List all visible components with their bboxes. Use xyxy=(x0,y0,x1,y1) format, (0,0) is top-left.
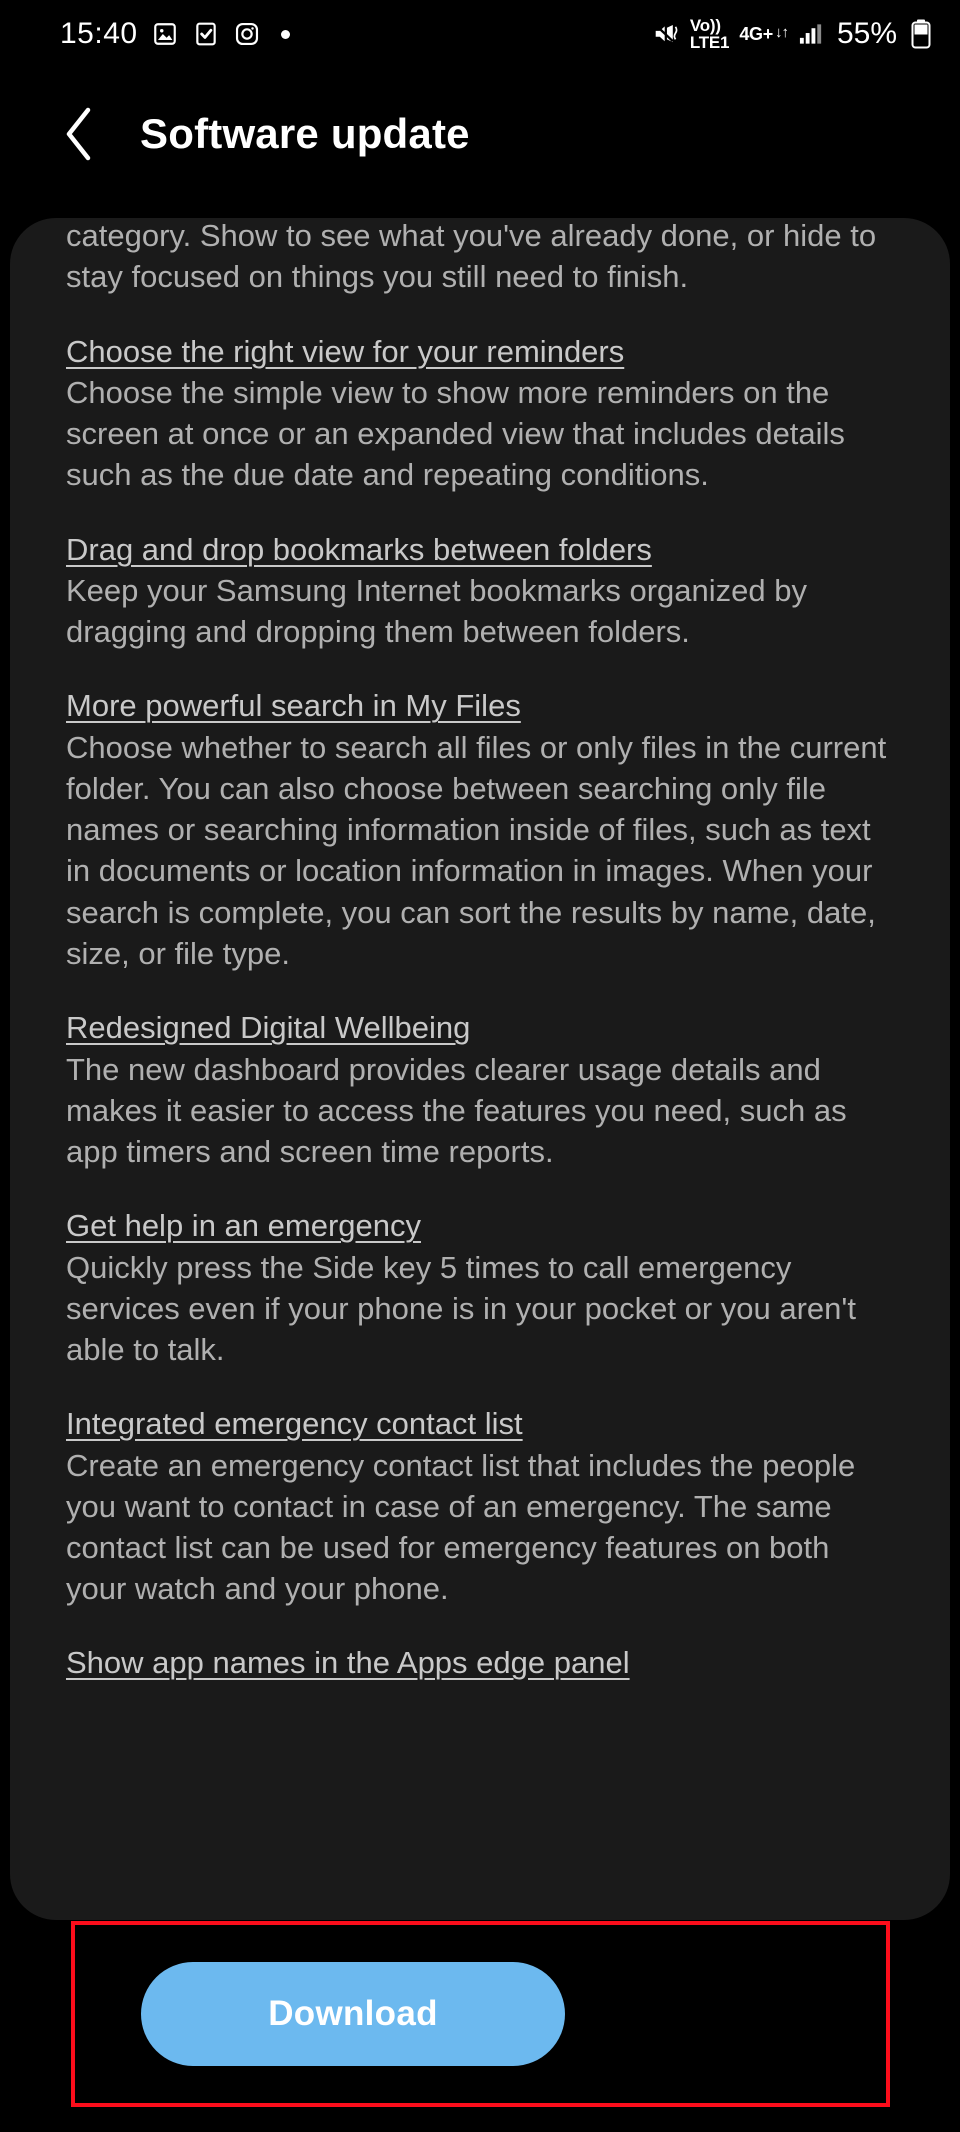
status-bar-left: 15:40 xyxy=(60,19,290,49)
back-button[interactable] xyxy=(48,103,110,165)
section-body: Create an emergency contact list that in… xyxy=(66,1447,856,1607)
section-title: Drag and drop bookmarks between folders xyxy=(66,531,652,567)
battery-icon xyxy=(907,19,934,49)
release-note-section: More powerful search in My Files Choose … xyxy=(66,686,896,974)
section-title: Redesigned Digital Wellbeing xyxy=(66,1010,471,1046)
release-note-section: Show app names in the Apps edge panel xyxy=(66,1643,896,1682)
data-arrows-icon: ↓↑ xyxy=(774,24,789,41)
volte-indicator: Vo)) LTE1 xyxy=(689,15,730,52)
section-body: Quickly press the Side key 5 times to ca… xyxy=(66,1249,856,1367)
volte-line-2: LTE1 xyxy=(689,33,730,52)
status-clock: 15:40 xyxy=(60,17,138,50)
section-title: Choose the right view for your reminders xyxy=(66,333,625,369)
release-note-section: Integrated emergency contact list Create… xyxy=(66,1404,896,1609)
app-bar: Software update xyxy=(0,68,960,200)
section-body: The new dashboard provides clearer usage… xyxy=(66,1051,847,1169)
release-note-section: Drag and drop bookmarks between folders … xyxy=(66,530,896,653)
network-indicator: 4G+ ↓↑ xyxy=(739,24,789,44)
network-type-label: 4G+ xyxy=(739,24,773,44)
phone-screen: 15:40 Vo)) LTE1 4G+ ↓↑ 55% Software upda… xyxy=(0,0,960,2132)
section-title: Get help in an emergency xyxy=(66,1208,421,1244)
section-body: Choose whether to search all files or on… xyxy=(66,729,887,971)
volte-line-1: Vo)) xyxy=(689,15,721,35)
battery-percent-label: 55% xyxy=(836,17,897,50)
page-title: Software update xyxy=(140,110,470,157)
instagram-icon xyxy=(234,21,261,48)
section-title: Show app names in the Apps edge panel xyxy=(66,1645,630,1681)
release-note-section: Choose the right view for your reminders… xyxy=(66,332,896,496)
release-note-section: You can show or hide the completed remin… xyxy=(66,218,896,298)
section-body: You can show or hide the completed remin… xyxy=(66,218,877,295)
notification-dot-icon xyxy=(280,29,290,39)
status-bar-right: Vo)) LTE1 4G+ ↓↑ 55% xyxy=(653,15,934,52)
gallery-icon xyxy=(152,21,179,48)
section-title: More powerful search in My Files xyxy=(66,688,521,724)
status-bar: 15:40 Vo)) LTE1 4G+ ↓↑ 55% xyxy=(0,0,960,68)
signal-bars-icon xyxy=(798,21,825,48)
section-body: Keep your Samsung Internet bookmarks org… xyxy=(66,573,807,650)
release-notes-list: You can show or hide the completed remin… xyxy=(10,218,950,1684)
release-notes-card[interactable]: You can show or hide the completed remin… xyxy=(10,218,950,1920)
checkbox-icon xyxy=(193,21,220,48)
section-body: Choose the simple view to show more remi… xyxy=(66,375,845,493)
section-title: Integrated emergency contact list xyxy=(66,1406,523,1442)
release-note-section: Redesigned Digital Wellbeing The new das… xyxy=(66,1008,896,1172)
download-button[interactable]: Download xyxy=(141,1962,565,2066)
release-note-section: Get help in an emergency Quickly press t… xyxy=(66,1206,896,1370)
mute-vibrate-icon xyxy=(653,21,680,48)
